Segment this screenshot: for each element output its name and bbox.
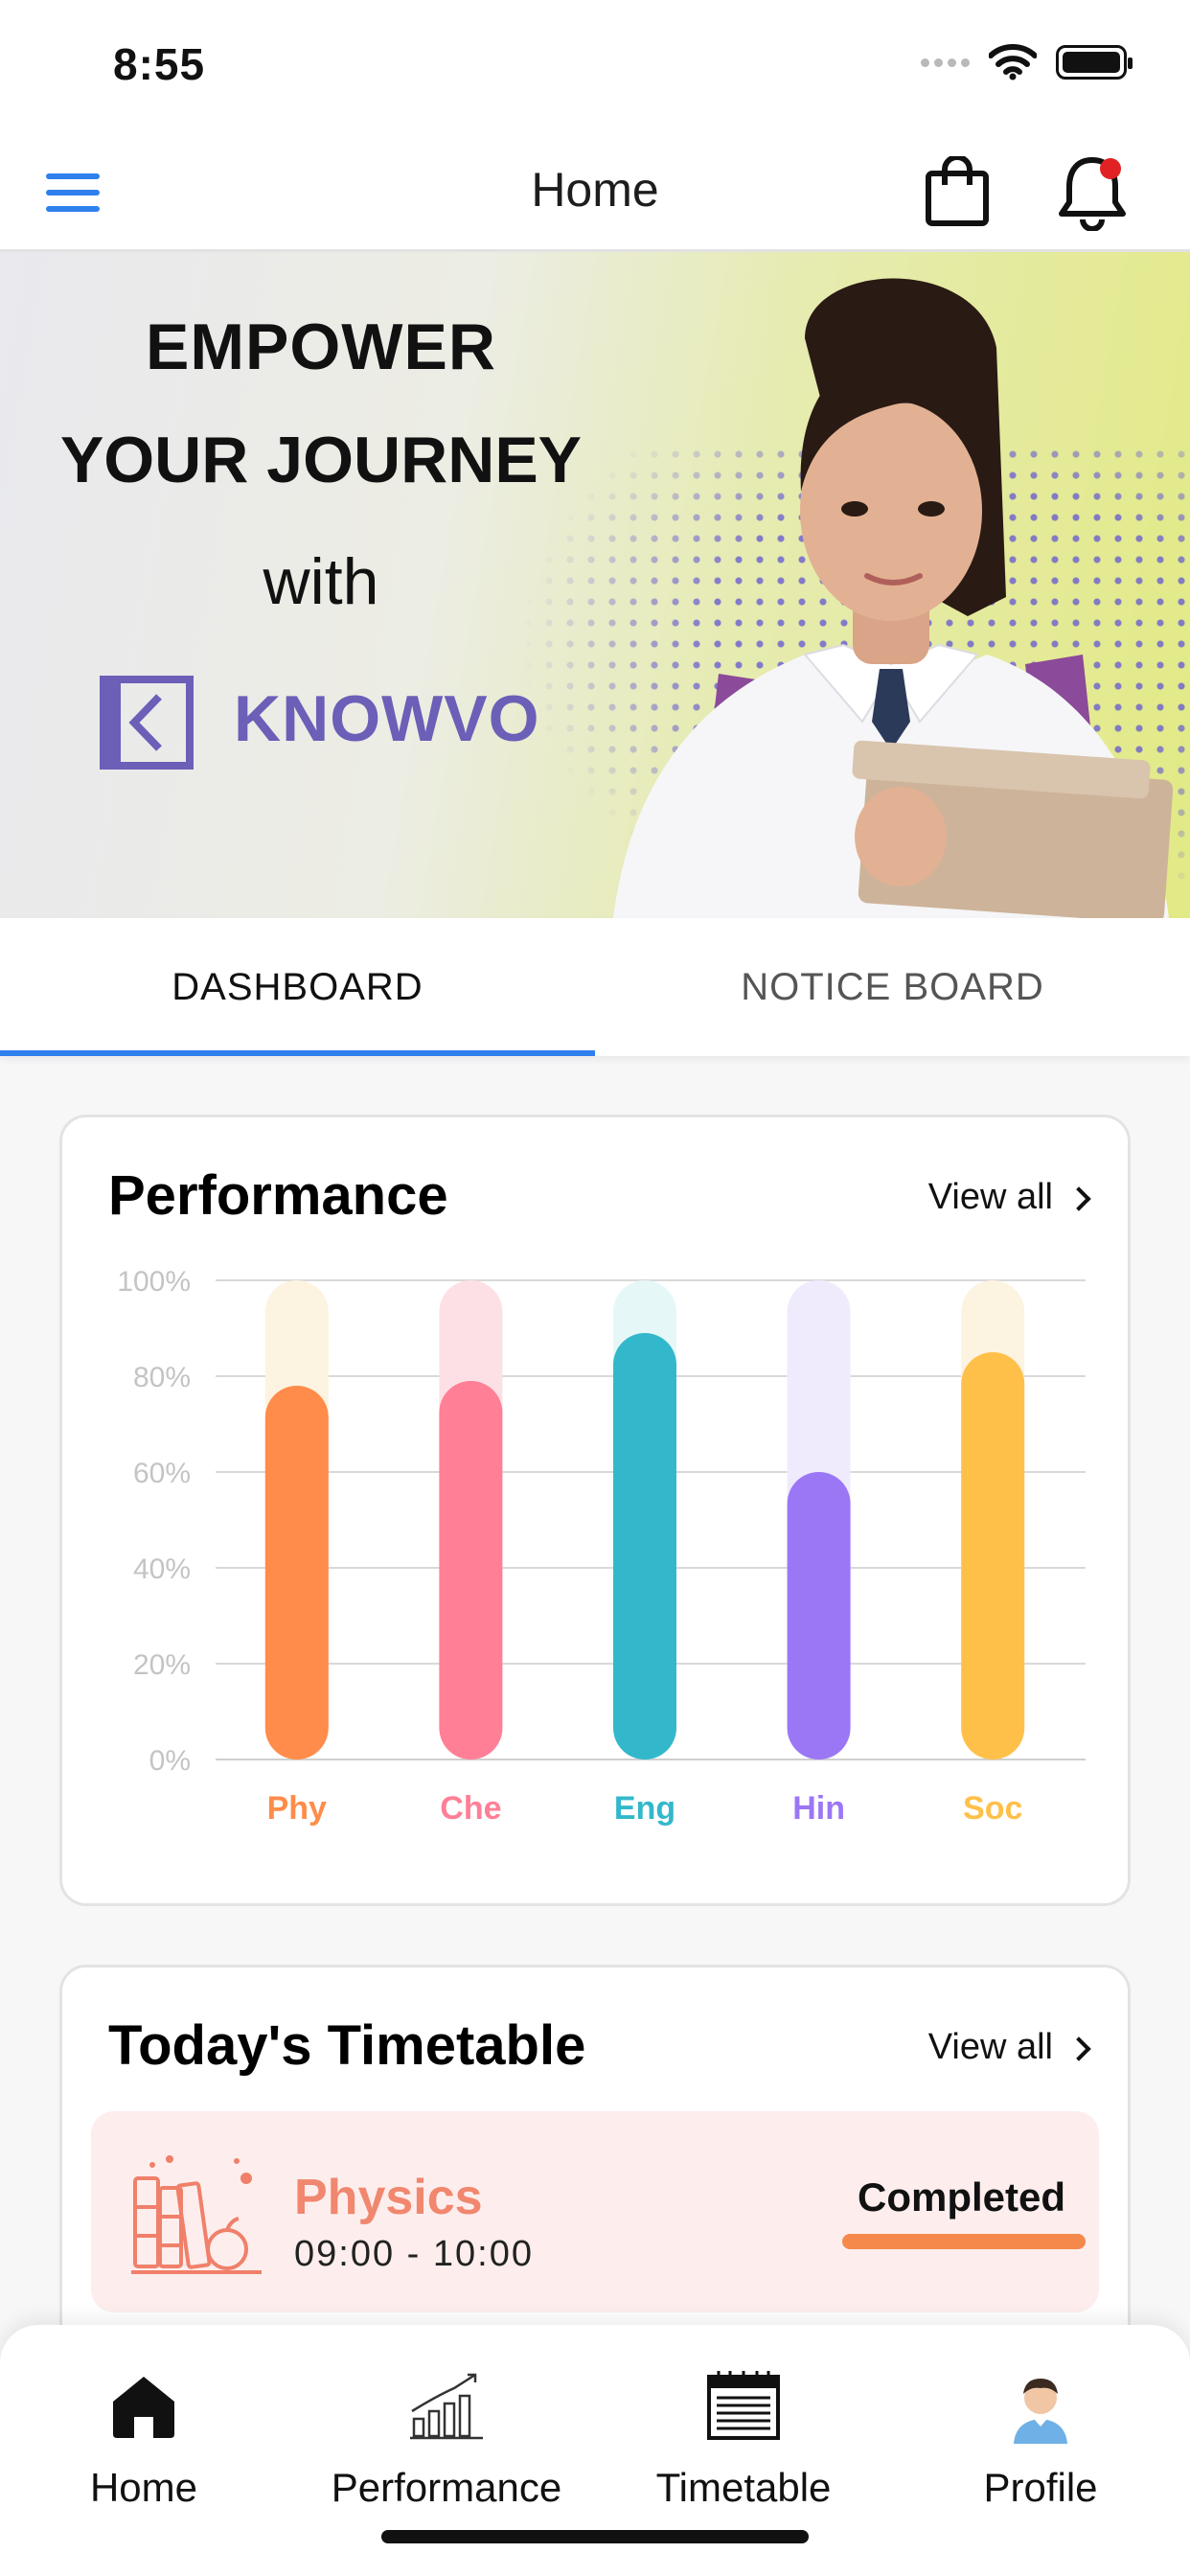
bar-soc: [961, 1352, 1025, 1760]
student-illustration: [613, 278, 1174, 918]
x-tick-label: Phy: [267, 1790, 327, 1827]
timetable-subject: Physics: [294, 2170, 483, 2225]
x-tick-label: Soc: [963, 1790, 1022, 1827]
y-tick-label: 80%: [133, 1362, 191, 1393]
notification-badge: [1100, 158, 1121, 179]
performance-bar-chart: 0% 20% 40% 60% 80% 100% Phy Che Eng Hin Soc: [117, 1266, 1086, 1827]
nav-timetable[interactable]: Timetable: [600, 2367, 887, 2511]
cellular-signal-icon: [921, 58, 970, 67]
y-tick-label: 40%: [133, 1553, 191, 1585]
battery-icon: [1056, 45, 1133, 80]
y-tick-label: 0%: [149, 1745, 191, 1777]
performance-card: Performance View all 0% 20% 40% 60% 80% 100% P…: [59, 1115, 1131, 1906]
bar-eng: [613, 1333, 676, 1760]
nav-profile[interactable]: Profile: [897, 2367, 1184, 2511]
tab-notice-board[interactable]: NOTICE BOARD: [595, 918, 1190, 1056]
tab-bar: DASHBOARD NOTICE BOARD: [0, 918, 1190, 1056]
timetable-progress-bar: [842, 2234, 1086, 2249]
app-header: Home: [0, 129, 1190, 252]
home-indicator: [381, 2530, 809, 2543]
brand-name: KNOWVO: [234, 682, 540, 755]
nav-home[interactable]: Home: [0, 2367, 287, 2511]
x-tick-label: Che: [440, 1790, 501, 1827]
timetable-title: Today's Timetable: [108, 2014, 586, 2077]
status-time: 8:55: [113, 39, 206, 89]
banner-headline-line1: EMPOWER: [146, 310, 496, 383]
nav-timetable-label: Timetable: [655, 2465, 832, 2510]
y-tick-label: 20%: [133, 1649, 191, 1681]
nav-performance[interactable]: Performance: [303, 2367, 590, 2511]
bar-che: [439, 1381, 503, 1760]
view-all-label: View all: [927, 2027, 1053, 2067]
x-tick-label: Hin: [792, 1790, 845, 1827]
nav-performance-label: Performance: [331, 2465, 562, 2510]
timetable-time: 09:00 - 10:00: [294, 2234, 534, 2274]
timetable-view-all-link[interactable]: View all: [927, 2027, 1091, 2068]
performance-chart-icon: [410, 2373, 483, 2440]
x-tick-label: Eng: [614, 1790, 675, 1827]
shopping-bag-icon[interactable]: [924, 156, 991, 227]
timetable-icon: [707, 2371, 780, 2440]
knowvo-logo-icon: [100, 676, 194, 770]
page-title: Home: [531, 163, 659, 217]
bar-phy: [264, 1386, 329, 1760]
bar-hin: [787, 1472, 851, 1760]
books-apple-icon: [131, 2155, 262, 2274]
home-icon: [113, 2377, 174, 2438]
promo-banner[interactable]: EMPOWER YOUR JOURNEY with KNOWVO: [0, 252, 1190, 918]
wifi-icon: [989, 44, 1037, 80]
status-bar: 8:55: [0, 0, 1190, 129]
y-tick-label: 60%: [133, 1458, 191, 1489]
chevron-right-icon: [1066, 2036, 1091, 2061]
banner-headline-line2: YOUR JOURNEY: [59, 424, 583, 496]
timetable-item[interactable]: Physics 09:00 - 10:00 Completed: [91, 2111, 1099, 2312]
tab-dashboard[interactable]: DASHBOARD: [0, 918, 595, 1056]
nav-home-label: Home: [89, 2465, 198, 2510]
nav-profile-label: Profile: [983, 2465, 1098, 2510]
profile-avatar: [1014, 2379, 1067, 2444]
timetable-status: Completed: [858, 2174, 1066, 2220]
status-indicators: [921, 44, 1133, 80]
y-tick-label: 100%: [117, 1266, 191, 1298]
banner-headline-line3: with: [263, 545, 379, 618]
